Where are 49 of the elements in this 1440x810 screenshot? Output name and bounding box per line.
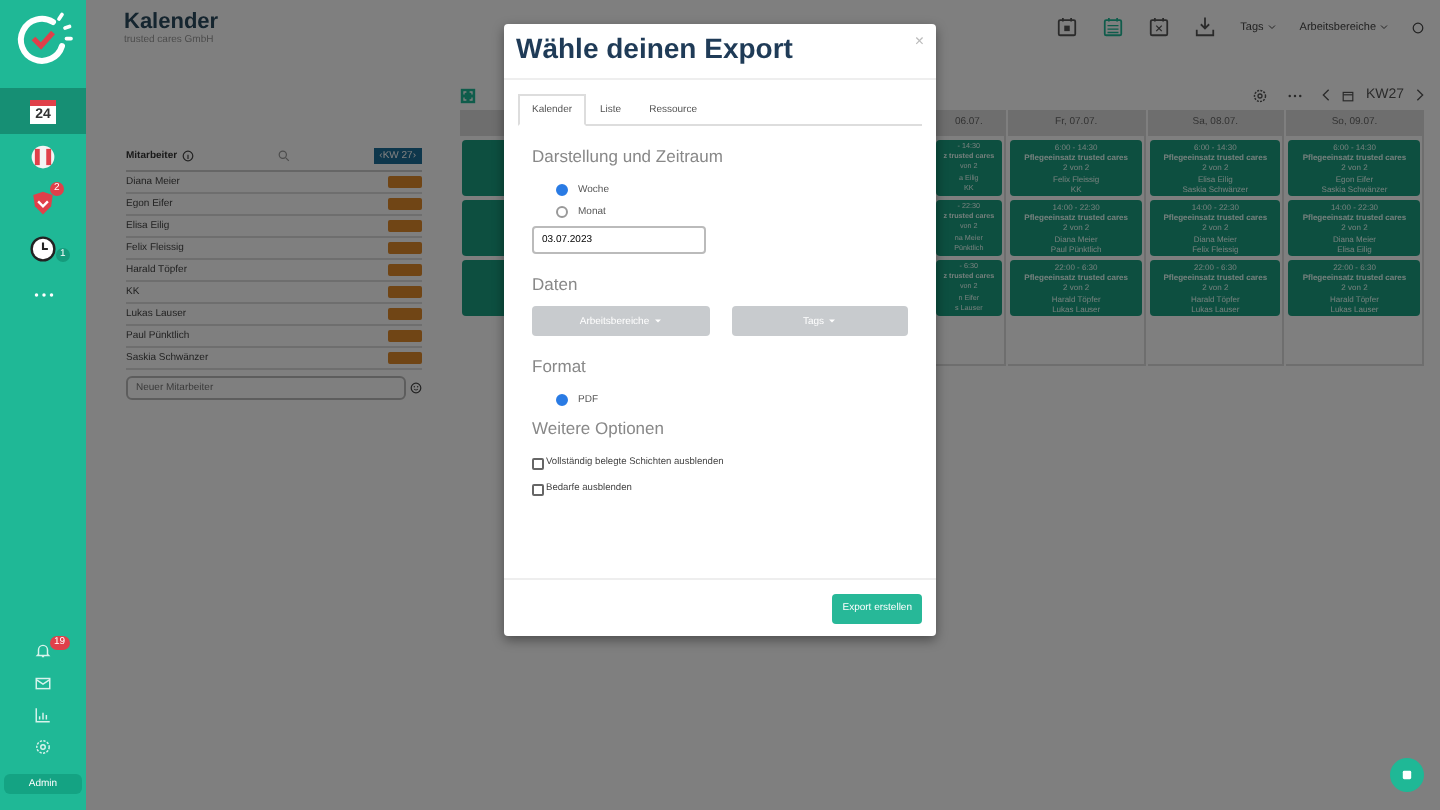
section-heading: Darstellung und Zeitraum (532, 146, 725, 166)
hours-badge (388, 176, 422, 188)
mail-icon (34, 673, 52, 691)
clock-icon (30, 236, 56, 262)
logo-icon (13, 10, 73, 70)
shield-icon (30, 190, 56, 216)
chat-icon (1400, 768, 1414, 782)
calendar-icon[interactable] (1056, 16, 1079, 38)
flag-icon (30, 144, 56, 170)
download-icon[interactable] (1194, 16, 1217, 38)
caret-icon (1380, 23, 1388, 30)
settings-icon[interactable] (1251, 87, 1268, 103)
hours-badge (388, 352, 422, 364)
circle-icon (1412, 21, 1424, 33)
hours-badge (388, 220, 422, 232)
page-title: Kalender (124, 10, 219, 34)
hours-badge (388, 242, 422, 254)
section-heading: Format (532, 356, 588, 376)
bell-icon (34, 641, 52, 659)
section-heading: Weitere Optionen (532, 418, 666, 438)
caret-icon (1267, 23, 1276, 30)
chat-button[interactable] (1390, 758, 1424, 792)
chevron-left-icon (1321, 88, 1330, 102)
dialog-title: Wähle deinen Export (516, 32, 793, 64)
section-heading: Daten (532, 274, 580, 294)
calendar-icon (1341, 89, 1354, 101)
info-icon (181, 150, 194, 162)
search-icon[interactable] (277, 150, 290, 162)
smiley-icon (410, 382, 422, 394)
hours-badge (388, 286, 422, 298)
hours-badge (388, 264, 422, 276)
hours-badge (388, 198, 422, 210)
chevron-right-icon (1416, 88, 1424, 102)
radio-button[interactable] (556, 205, 568, 217)
chart-icon (34, 705, 52, 723)
next-week-button[interactable] (1416, 88, 1424, 102)
close-button[interactable]: × (914, 32, 924, 50)
radio-button[interactable] (556, 393, 568, 405)
calendar-list-icon[interactable] (1102, 16, 1125, 38)
hours-badge (388, 308, 422, 320)
hours-badge (388, 330, 422, 342)
checkbox[interactable] (532, 457, 544, 469)
expand-icon[interactable] (460, 87, 476, 103)
more-icon (33, 292, 53, 298)
previous-week-button[interactable] (1321, 88, 1330, 102)
checkbox[interactable] (532, 483, 544, 495)
settings-icon (34, 737, 52, 755)
radio-button[interactable] (556, 183, 568, 195)
calendar-cross-icon[interactable] (1148, 16, 1171, 38)
